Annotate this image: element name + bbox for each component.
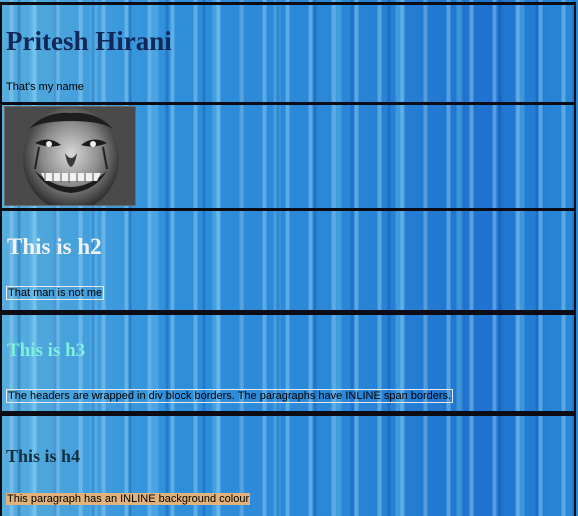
clown-face-photo <box>4 106 136 206</box>
page-title: Pritesh Hirani <box>6 26 172 56</box>
paragraph-h3: The headers are wrapped in div block bor… <box>6 389 454 403</box>
paragraph-h4: This paragraph has an INLINE background … <box>6 493 251 505</box>
heading-h2: This is h2 <box>7 234 102 259</box>
clown-face-icon <box>5 107 135 205</box>
name-caption: That's my name <box>6 81 84 93</box>
heading-h3: This is h3 <box>7 340 86 361</box>
paragraph-h2: That man is not me <box>6 286 105 300</box>
heading-h4: This is h4 <box>6 446 81 466</box>
